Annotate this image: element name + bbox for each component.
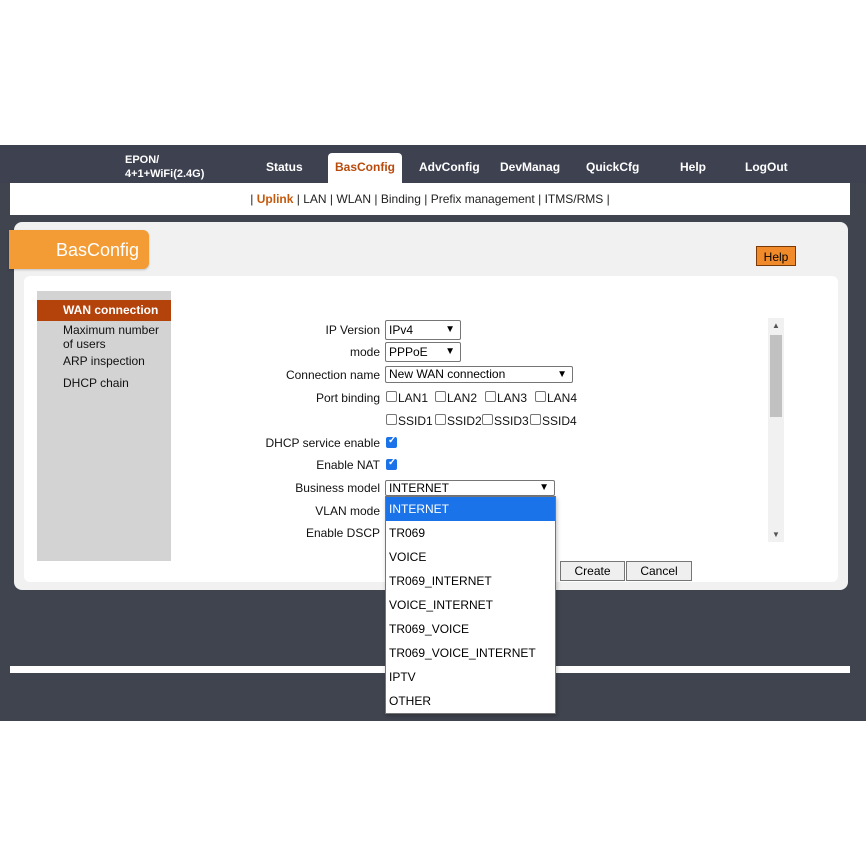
ssid1-checkbox[interactable]	[386, 414, 397, 425]
ssid2-checkbox[interactable]	[435, 414, 446, 425]
top-nav-bar: EPON/ 4+1+WiFi(2.4G) Status BasConfig Ad…	[0, 145, 866, 183]
nav-help[interactable]: Help	[680, 145, 706, 183]
chevron-down-icon: ▼	[445, 324, 455, 335]
subnav-sep: |	[538, 192, 542, 206]
chevron-down-icon: ▼	[557, 369, 567, 380]
connection-name-select[interactable]: New WAN connection ▼	[385, 366, 573, 383]
sidebar-item-wan-connection[interactable]: WAN connection	[37, 300, 171, 321]
ssid2-label: SSID2	[447, 414, 482, 428]
ip-version-value: IPv4	[389, 323, 414, 337]
subnav-lan[interactable]: LAN	[303, 192, 326, 206]
scrollbar-thumb[interactable]	[770, 335, 782, 417]
mode-select[interactable]: PPPoE ▼	[385, 342, 461, 362]
connection-name-value: New WAN connection	[389, 367, 506, 381]
sidebar-item-arp-inspection[interactable]: ARP inspection	[37, 354, 171, 368]
ssid3-label: SSID3	[494, 414, 529, 428]
ip-version-label: IP Version	[325, 323, 380, 337]
subnav-binding[interactable]: Binding	[381, 192, 421, 206]
vlan-mode-label: VLAN mode	[315, 504, 380, 518]
chevron-down-icon: ▼	[539, 482, 549, 493]
option-tr069-internet[interactable]: TR069_INTERNET	[386, 569, 555, 593]
nav-advconfig[interactable]: AdvConfig	[419, 145, 480, 183]
subnav-sep: |	[296, 192, 300, 206]
option-tr069-voice[interactable]: TR069_VOICE	[386, 617, 555, 641]
brand-line-2: 4+1+WiFi(2.4G)	[125, 168, 205, 180]
nav-logout[interactable]: LogOut	[745, 145, 788, 183]
nav-quickcfg[interactable]: QuickCfg	[586, 145, 639, 183]
lan4-label: LAN4	[547, 391, 578, 405]
ssid4-label: SSID4	[542, 414, 577, 428]
lan2-checkbox[interactable]	[435, 391, 446, 402]
subnav-itms-rms[interactable]: ITMS/RMS	[545, 192, 604, 206]
option-iptv[interactable]: IPTV	[386, 665, 555, 689]
scroll-up-icon[interactable]: ▲	[768, 321, 784, 330]
dhcp-service-label: DHCP service enable	[265, 436, 381, 450]
business-model-label: Business model	[295, 481, 380, 495]
option-voice[interactable]: VOICE	[386, 545, 555, 569]
lan1-label: LAN1	[398, 391, 429, 405]
option-tr069[interactable]: TR069	[386, 521, 555, 545]
subnav-sep: |	[374, 192, 378, 206]
enable-dscp-label: Enable DSCP	[305, 526, 380, 540]
mode-value: PPPoE	[389, 345, 428, 359]
subnav-sep: |	[329, 192, 334, 206]
mode-label: mode	[349, 345, 380, 359]
ip-version-select[interactable]: IPv4 ▼	[385, 320, 461, 340]
enable-nat-label: Enable NAT	[316, 458, 380, 472]
subnav-sep: |	[606, 192, 610, 206]
option-voice-internet[interactable]: VOICE_INTERNET	[386, 593, 555, 617]
option-other[interactable]: OTHER	[386, 689, 555, 713]
sub-navigation: | Uplink | LAN | WLAN | Binding | Prefix…	[10, 183, 850, 215]
subnav-wlan[interactable]: WLAN	[336, 192, 371, 206]
lan1-checkbox[interactable]	[386, 391, 397, 402]
ssid4-checkbox[interactable]	[530, 414, 541, 425]
sidebar-item-dhcp-chain[interactable]: DHCP chain	[37, 376, 171, 390]
nav-devmanag[interactable]: DevManag	[500, 145, 560, 183]
business-model-select[interactable]: INTERNET ▼	[385, 480, 555, 496]
lan3-checkbox[interactable]	[485, 391, 496, 402]
subnav-prefix-management[interactable]: Prefix management	[431, 192, 535, 206]
lan3-label: LAN3	[497, 391, 528, 405]
nav-basconfig[interactable]: BasConfig	[328, 153, 402, 183]
business-model-value: INTERNET	[389, 481, 449, 495]
ssid1-label: SSID1	[398, 414, 433, 428]
subnav-sep: |	[250, 192, 254, 206]
lan4-checkbox[interactable]	[535, 391, 546, 402]
option-internet[interactable]: INTERNET	[386, 497, 555, 521]
device-brand: EPON/ 4+1+WiFi(2.4G)	[125, 153, 204, 181]
sidebar: WAN connection Maximum number of users A…	[37, 291, 171, 561]
ssid3-checkbox[interactable]	[482, 414, 493, 425]
scroll-down-icon[interactable]: ▼	[768, 530, 784, 539]
cancel-button[interactable]: Cancel	[626, 561, 692, 581]
help-button[interactable]: Help	[756, 246, 796, 266]
option-tr069-voice-internet[interactable]: TR069_VOICE_INTERNET	[386, 641, 555, 665]
form-scrollbar[interactable]: ▲ ▼	[768, 318, 784, 542]
lan2-label: LAN2	[447, 391, 478, 405]
enable-nat-checkbox[interactable]	[386, 457, 397, 470]
chevron-down-icon: ▼	[445, 346, 455, 357]
dhcp-service-checkbox[interactable]	[386, 435, 397, 448]
subnav-uplink[interactable]: Uplink	[257, 192, 294, 206]
connection-name-label: Connection name	[285, 368, 380, 382]
business-model-dropdown[interactable]: INTERNET TR069 VOICE TR069_INTERNET VOIC…	[385, 496, 556, 714]
create-button[interactable]: Create	[560, 561, 625, 581]
brand-line-1: EPON/	[125, 154, 160, 166]
port-binding-label: Port binding	[315, 391, 380, 405]
section-title: BasConfig	[9, 230, 149, 269]
nav-status[interactable]: Status	[266, 145, 303, 183]
sidebar-item-max-users[interactable]: Maximum number of users	[37, 323, 165, 351]
subnav-sep: |	[424, 192, 428, 206]
